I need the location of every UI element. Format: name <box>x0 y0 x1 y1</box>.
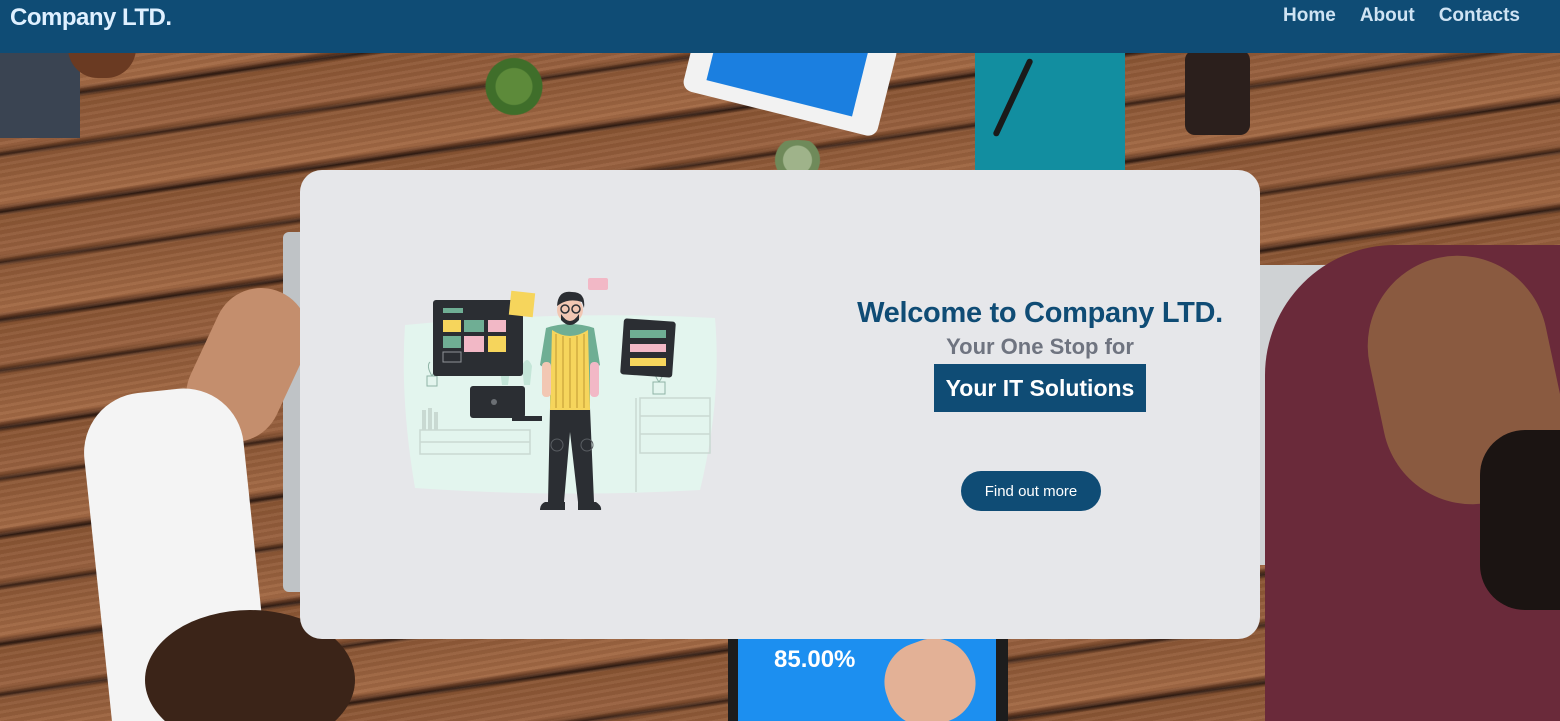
succulent-prop <box>470 55 580 125</box>
nav-link-home[interactable]: Home <box>1283 5 1336 27</box>
find-out-more-button[interactable]: Find out more <box>961 471 1101 511</box>
hero-highlight: Your IT Solutions <box>933 364 1147 412</box>
tablet-stat: 85.00% <box>774 646 856 673</box>
hero-title: Welcome to Company LTD. <box>857 297 1223 329</box>
book-prop <box>0 53 80 138</box>
developer-illustration <box>403 278 717 510</box>
hero-card: Welcome to Company LTD. Your One Stop fo… <box>300 170 1260 639</box>
nav-link-about[interactable]: About <box>1360 5 1415 27</box>
nav-links: Home About Contacts <box>1283 5 1520 27</box>
phone-prop <box>1185 50 1250 135</box>
hair-right-prop <box>1480 430 1560 610</box>
nav-link-contacts[interactable]: Contacts <box>1439 5 1520 27</box>
hero-text: Welcome to Company LTD. Your One Stop fo… <box>830 297 1250 412</box>
hero-subtitle: Your One Stop for <box>946 334 1134 359</box>
notebook-prop <box>975 48 1125 178</box>
brand-logo[interactable]: Company LTD. <box>10 4 172 32</box>
navbar: Company LTD. Home About Contacts <box>0 0 1560 53</box>
